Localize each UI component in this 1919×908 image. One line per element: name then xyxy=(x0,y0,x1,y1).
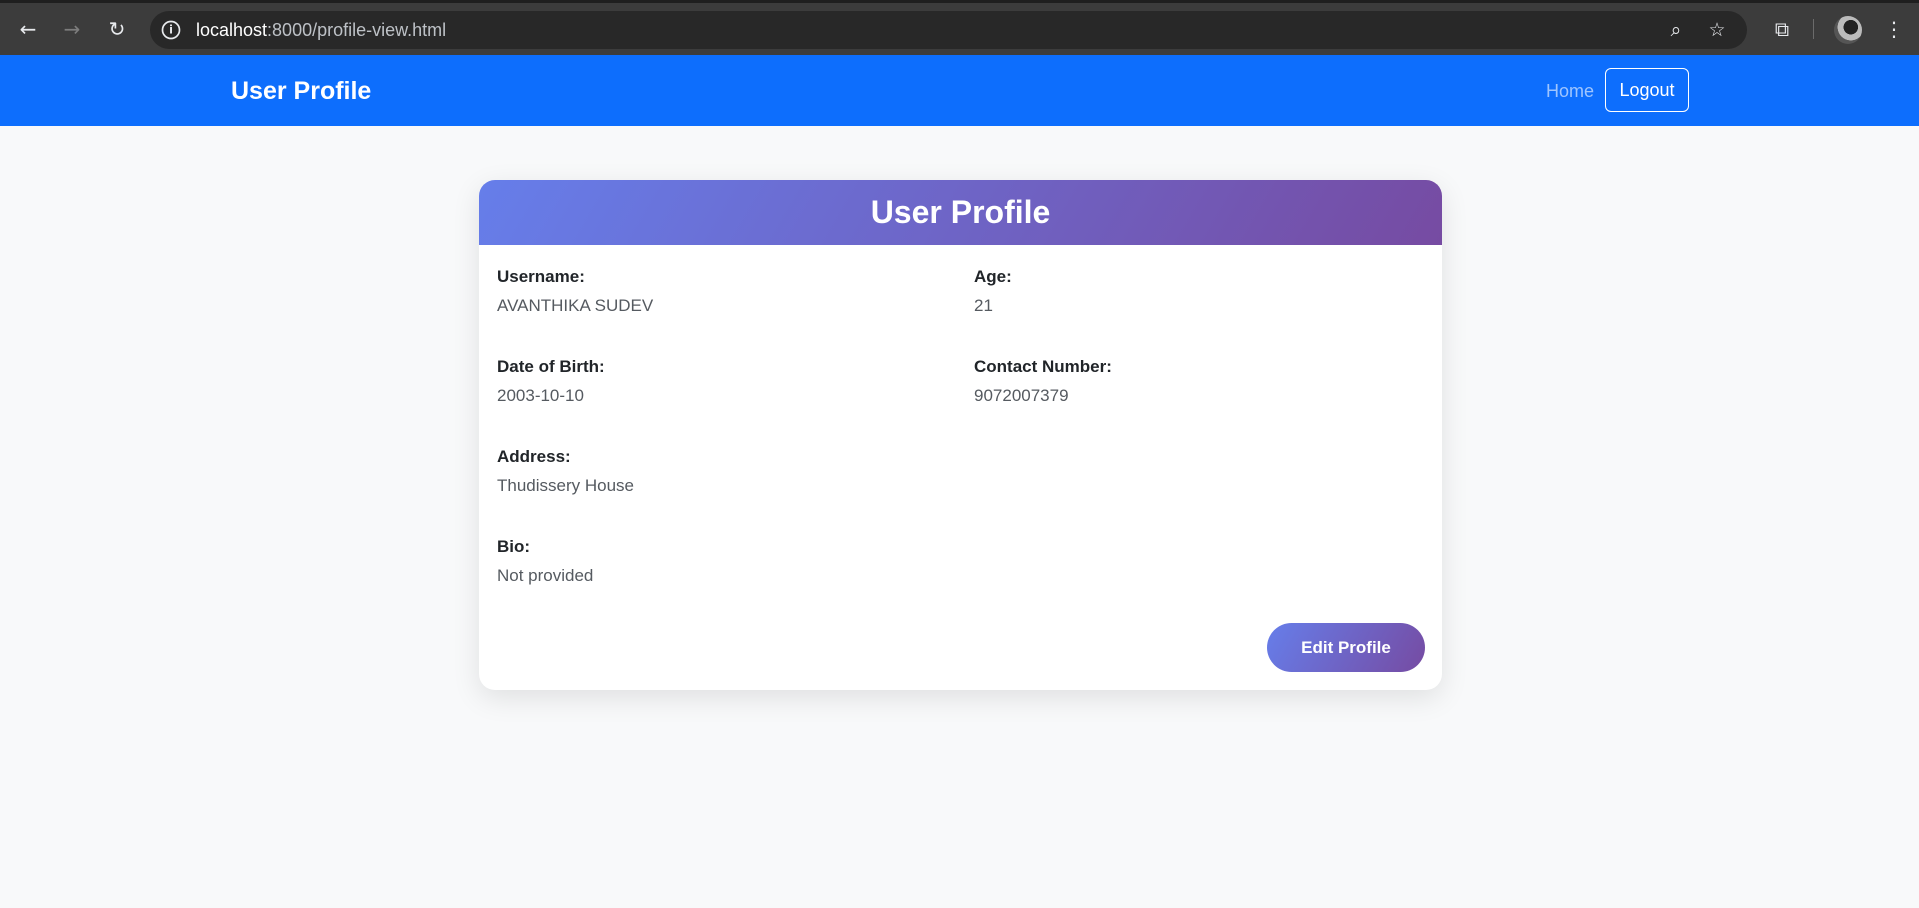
menu-icon[interactable]: ⋮ xyxy=(1880,15,1908,43)
address-bar[interactable]: i localhost:8000/profile-view.html ⌕ ☆ xyxy=(150,11,1747,49)
extensions-icon[interactable]: ⧉ xyxy=(1768,15,1796,43)
field-value: 21 xyxy=(974,296,993,315)
field-value: 9072007379 xyxy=(974,386,1069,405)
field-value: Not provided xyxy=(497,566,594,585)
browser-toolbar: ← → ↻ i localhost:8000/profile-view.html… xyxy=(0,0,1919,55)
star-icon[interactable]: ☆ xyxy=(1705,18,1729,42)
field-value: Thudissery House xyxy=(497,476,635,495)
field-bio: Bio: Not provided xyxy=(497,537,593,586)
field-value: AVANTHIKA SUDEV xyxy=(497,296,654,315)
field-date-of-birth: Date of Birth: 2003-10-10 xyxy=(497,357,605,406)
field-label: Username: xyxy=(497,267,585,286)
navbar-brand[interactable]: User Profile xyxy=(231,77,371,106)
field-address: Address: Thudissery House xyxy=(497,447,634,496)
field-label: Age: xyxy=(974,267,1012,286)
profile-avatar[interactable] xyxy=(1834,16,1862,44)
field-label: Address: xyxy=(497,447,571,466)
field-value: 2003-10-10 xyxy=(497,386,584,405)
back-icon[interactable]: ← xyxy=(14,15,42,43)
field-contact-number: Contact Number: 9072007379 xyxy=(974,357,1112,406)
reload-icon[interactable]: ↻ xyxy=(103,15,131,43)
field-label: Contact Number: xyxy=(974,357,1112,376)
field-username: Username: AVANTHIKA SUDEV xyxy=(497,267,653,316)
navbar: User Profile Home Logout xyxy=(0,55,1919,126)
forward-icon[interactable]: → xyxy=(58,15,86,43)
card-title: User Profile xyxy=(870,194,1051,230)
url-text[interactable]: localhost:8000/profile-view.html xyxy=(196,20,446,41)
profile-card: User Profile Username: AVANTHIKA SUDEV A… xyxy=(479,180,1442,690)
edit-profile-button[interactable]: Edit Profile xyxy=(1267,623,1425,672)
nav-home-link[interactable]: Home xyxy=(1546,81,1594,102)
card-header: User Profile xyxy=(479,180,1442,245)
field-label: Date of Birth: xyxy=(497,357,605,376)
toolbar-divider xyxy=(1813,19,1814,39)
field-age: Age: 21 xyxy=(974,267,1012,316)
zoom-icon[interactable]: ⌕ xyxy=(1664,18,1688,42)
field-label: Bio: xyxy=(497,537,531,556)
logout-button[interactable]: Logout xyxy=(1605,68,1689,112)
site-info-icon[interactable]: i xyxy=(161,20,181,40)
